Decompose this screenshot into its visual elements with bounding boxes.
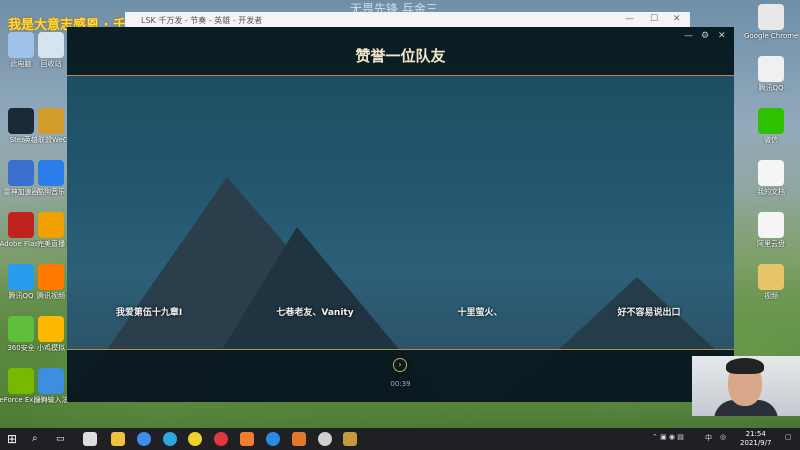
webcam-overlay — [692, 356, 800, 416]
chrome-icon[interactable] — [188, 432, 202, 446]
wechat-icon — [758, 108, 784, 134]
recycle-bin-icon — [38, 32, 64, 58]
file-explorer-icon[interactable] — [111, 432, 125, 446]
desktop-icon[interactable]: 我的文档 — [744, 160, 798, 197]
kugou-icon — [38, 160, 64, 186]
desktop-icon[interactable]: 阿里云盘 — [744, 212, 798, 249]
taskbar-app-icon[interactable] — [83, 432, 97, 446]
clock-time: 21:54 — [745, 430, 766, 438]
clock-date: 2021/9/7 — [740, 439, 772, 447]
close-icon[interactable]: ✕ — [673, 14, 681, 24]
app-icon[interactable] — [240, 432, 254, 446]
teammate-card[interactable]: 七巷老友、Vanity — [235, 305, 395, 318]
desktop-icon[interactable]: 视频 — [744, 264, 798, 301]
desktop-icon-label: 微信 — [764, 136, 778, 144]
teammate-name: 十里萤火、 — [457, 308, 503, 318]
desktop-icon-label: 阿里云盘 — [757, 240, 785, 248]
obs-icon[interactable] — [318, 432, 332, 446]
streamer-hair — [726, 358, 764, 374]
input-method-icon[interactable]: ◎ — [720, 433, 726, 441]
desktop-icon[interactable]: Google Chrome — [744, 4, 798, 41]
teammate-card[interactable]: 我爱第伍十九章I — [69, 305, 229, 318]
teammate-name: 好不容易说出口 — [617, 308, 681, 318]
game-window: 赞誉一位队友 — ⚙ ✕ 我爱第伍十九章I 七巷老友、Vanity 十里萤火、 … — [67, 27, 734, 402]
sogou-icon — [38, 368, 64, 394]
taskbar-clock[interactable]: 21:54 2021/9/7 — [740, 430, 771, 448]
game-header: 赞誉一位队友 — ⚙ ✕ — [67, 27, 734, 76]
teammate-name: 我爱第伍十九章I — [115, 308, 183, 318]
desktop-icon-label: 我的文档 — [757, 188, 785, 196]
skip-arrow-icon[interactable]: › — [393, 358, 407, 372]
teammate-name: 七巷老友、Vanity — [276, 308, 354, 318]
minimize-icon[interactable]: — — [684, 31, 693, 41]
notification-icon[interactable]: ▢ — [785, 433, 792, 441]
chrome-icon — [758, 4, 784, 30]
countdown-timer: 00:39 — [390, 380, 411, 388]
browser-icon[interactable] — [137, 432, 151, 446]
page-title: 赞誉一位队友 — [355, 47, 446, 65]
league-client-icon[interactable] — [343, 432, 357, 446]
app-icon[interactable] — [292, 432, 306, 446]
settings-gear-icon[interactable]: ⚙ — [701, 31, 709, 41]
desktop-icon-label: 腾讯QQ — [758, 84, 784, 92]
teammate-card[interactable]: 十里萤火、 — [400, 305, 560, 318]
netease-music-icon[interactable] — [214, 432, 228, 446]
desktop-icon[interactable]: 微信 — [744, 108, 798, 145]
desktop-icon[interactable]: 腾讯QQ — [744, 56, 798, 93]
search-icon[interactable]: ⌕ — [32, 432, 46, 446]
desktop-icon-label: Google Chrome — [744, 32, 798, 40]
desktop-icon-label: 视频 — [764, 292, 778, 300]
video-file-icon — [758, 264, 784, 290]
document-icon — [758, 212, 784, 238]
edge-icon[interactable] — [163, 432, 177, 446]
emulator-icon — [38, 316, 64, 342]
game-footer: › 00:39 — [67, 349, 734, 402]
minimize-icon[interactable]: — — [625, 14, 634, 24]
qq-icon — [758, 56, 784, 82]
start-windows-icon[interactable]: ⊞ — [7, 432, 17, 446]
browser-tab-title: LSK 千万发 - 节奏 - 英雄 - 开发者 — [141, 16, 263, 25]
teammate-card[interactable]: 好不容易说出口 — [569, 305, 729, 318]
close-icon[interactable]: ✕ — [718, 31, 726, 41]
tencent-video-icon — [38, 264, 64, 290]
ime-indicator[interactable]: 中 — [705, 433, 712, 443]
lol-icon — [38, 108, 64, 134]
edge-icon[interactable] — [266, 432, 280, 446]
live-icon — [38, 212, 64, 238]
task-view-icon[interactable]: ▭ — [56, 432, 70, 446]
system-tray-icons[interactable]: ⌃ ▣ ◉ ▤ — [652, 433, 684, 441]
maximize-icon[interactable]: ☐ — [650, 14, 658, 24]
document-icon — [758, 160, 784, 186]
taskbar: ⊞ ⌕ ▭ ⌃ ▣ ◉ ▤ 中 ◎ 21:54 2021/9/7 ▢ — [0, 428, 800, 450]
